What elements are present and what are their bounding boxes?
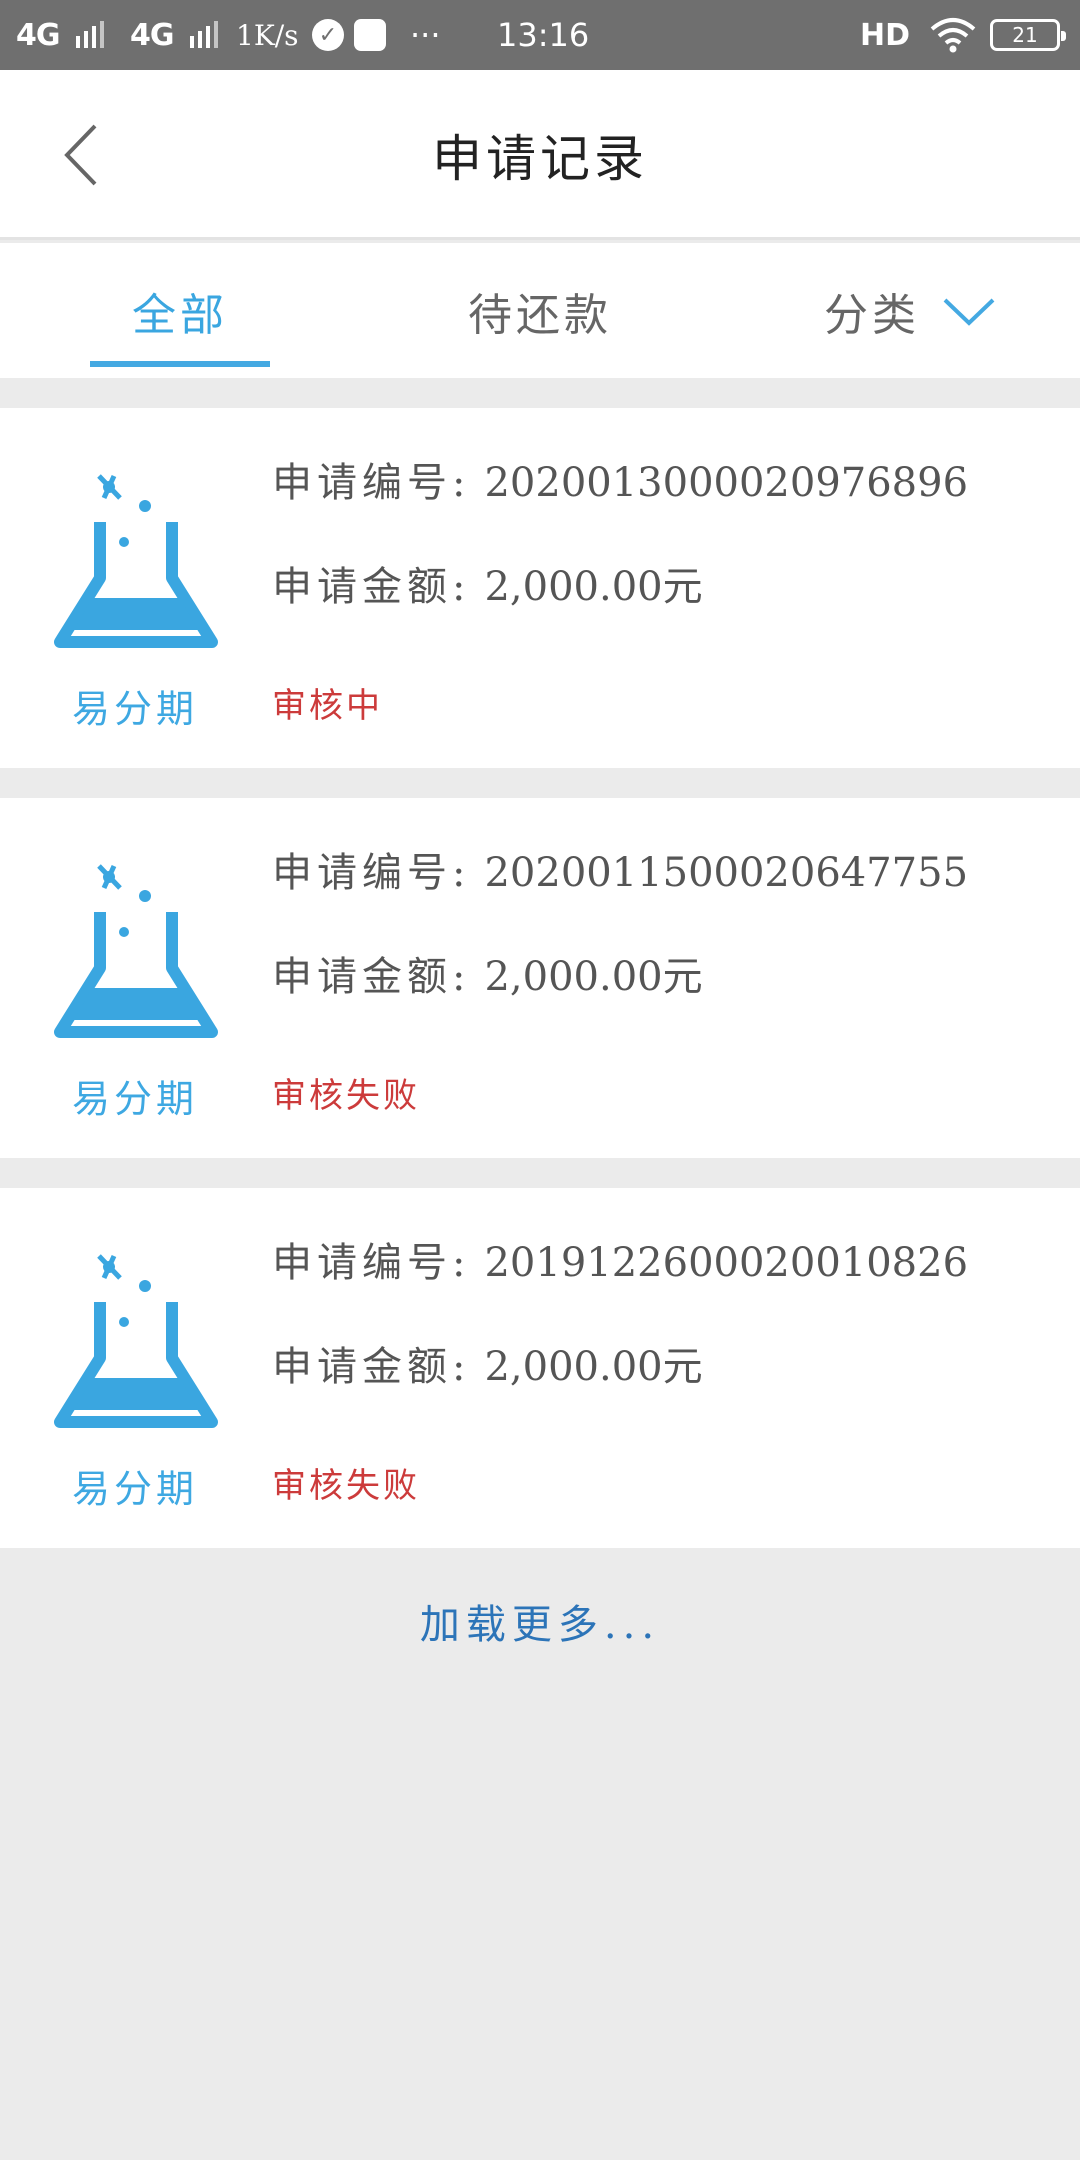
load-more-link[interactable]: 加载更多...: [0, 1592, 1080, 1650]
battery-level: 21: [990, 19, 1066, 51]
battery-icon: 21: [990, 0, 1066, 70]
tab-pending-repayment[interactable]: 待还款: [440, 243, 640, 378]
status-text: 审核失败: [272, 1076, 420, 1116]
status-text: 审核中: [272, 686, 383, 726]
page-title: 申请记录: [432, 130, 648, 188]
flask-icon: [52, 856, 222, 1046]
application-amount-value: 2,000.00元: [484, 1344, 703, 1390]
flask-icon: [52, 466, 222, 656]
application-number-label: 申请编号:: [272, 850, 471, 896]
tab-bar: 全部 待还款 分类: [0, 243, 1080, 378]
application-amount-value: 2,000.00元: [484, 954, 703, 1000]
application-amount-row: 申请金额: 2,000.00元: [272, 1334, 703, 1392]
application-amount-label: 申请金额:: [272, 564, 471, 610]
network-speed: 1K/s: [236, 18, 299, 52]
tab-label: 待还款: [468, 289, 612, 341]
tab-category[interactable]: 分类: [800, 243, 1020, 378]
wifi-icon: [928, 0, 978, 70]
application-number-row: 申请编号: 2019122600020010826: [272, 1230, 968, 1288]
product-name: 易分期: [71, 1077, 198, 1121]
product-name: 易分期: [71, 687, 198, 731]
chevron-down-icon: [943, 298, 995, 326]
network-type-1: 4G: [16, 17, 60, 53]
check-badge-icon: ✓: [312, 0, 344, 70]
application-amount-row: 申请金额: 2,000.00元: [272, 944, 703, 1002]
tab-active-indicator: [90, 361, 270, 367]
application-number-value: 2020011500020647755: [484, 850, 969, 896]
tab-all[interactable]: 全部: [90, 243, 270, 378]
network-type-2: 4G: [130, 17, 174, 53]
tab-label: 分类: [824, 289, 920, 341]
clock: 13:16: [497, 16, 590, 54]
record-card[interactable]: 易分期 申请编号: 2020011500020647755 申请金额: 2,000.…: [0, 798, 1080, 1158]
application-number-row: 申请编号: 2020011500020647755: [272, 840, 968, 898]
product-name: 易分期: [71, 1467, 198, 1511]
tab-label: 全部: [132, 289, 228, 341]
status-text: 审核失败: [272, 1466, 420, 1506]
application-amount-row: 申请金额: 2,000.00元: [272, 554, 703, 612]
application-number-label: 申请编号:: [272, 1240, 471, 1286]
record-card[interactable]: 易分期 申请编号: 2020013000020976896 申请金额: 2,000.…: [0, 408, 1080, 768]
record-card[interactable]: 易分期 申请编号: 2019122600020010826 申请金额: 2,000.…: [0, 1188, 1080, 1548]
application-amount-label: 申请金额:: [272, 1344, 471, 1390]
more-notifications-icon: ···: [410, 16, 441, 54]
hd-label: HD: [860, 17, 911, 53]
application-amount-value: 2,000.00元: [484, 564, 703, 610]
application-number-value: 2019122600020010826: [484, 1240, 969, 1286]
app-header: 申请记录: [0, 70, 1080, 240]
application-number-row: 申请编号: 2020013000020976896: [272, 450, 968, 508]
application-number-label: 申请编号:: [272, 460, 471, 506]
application-number-value: 2020013000020976896: [484, 460, 969, 506]
application-amount-label: 申请金额:: [272, 954, 471, 1000]
status-bar: 4G 4G 1K/s ✓ ··· 13:16 HD 21: [0, 0, 1080, 70]
flask-icon: [52, 1246, 222, 1436]
bag-icon: [354, 0, 386, 70]
